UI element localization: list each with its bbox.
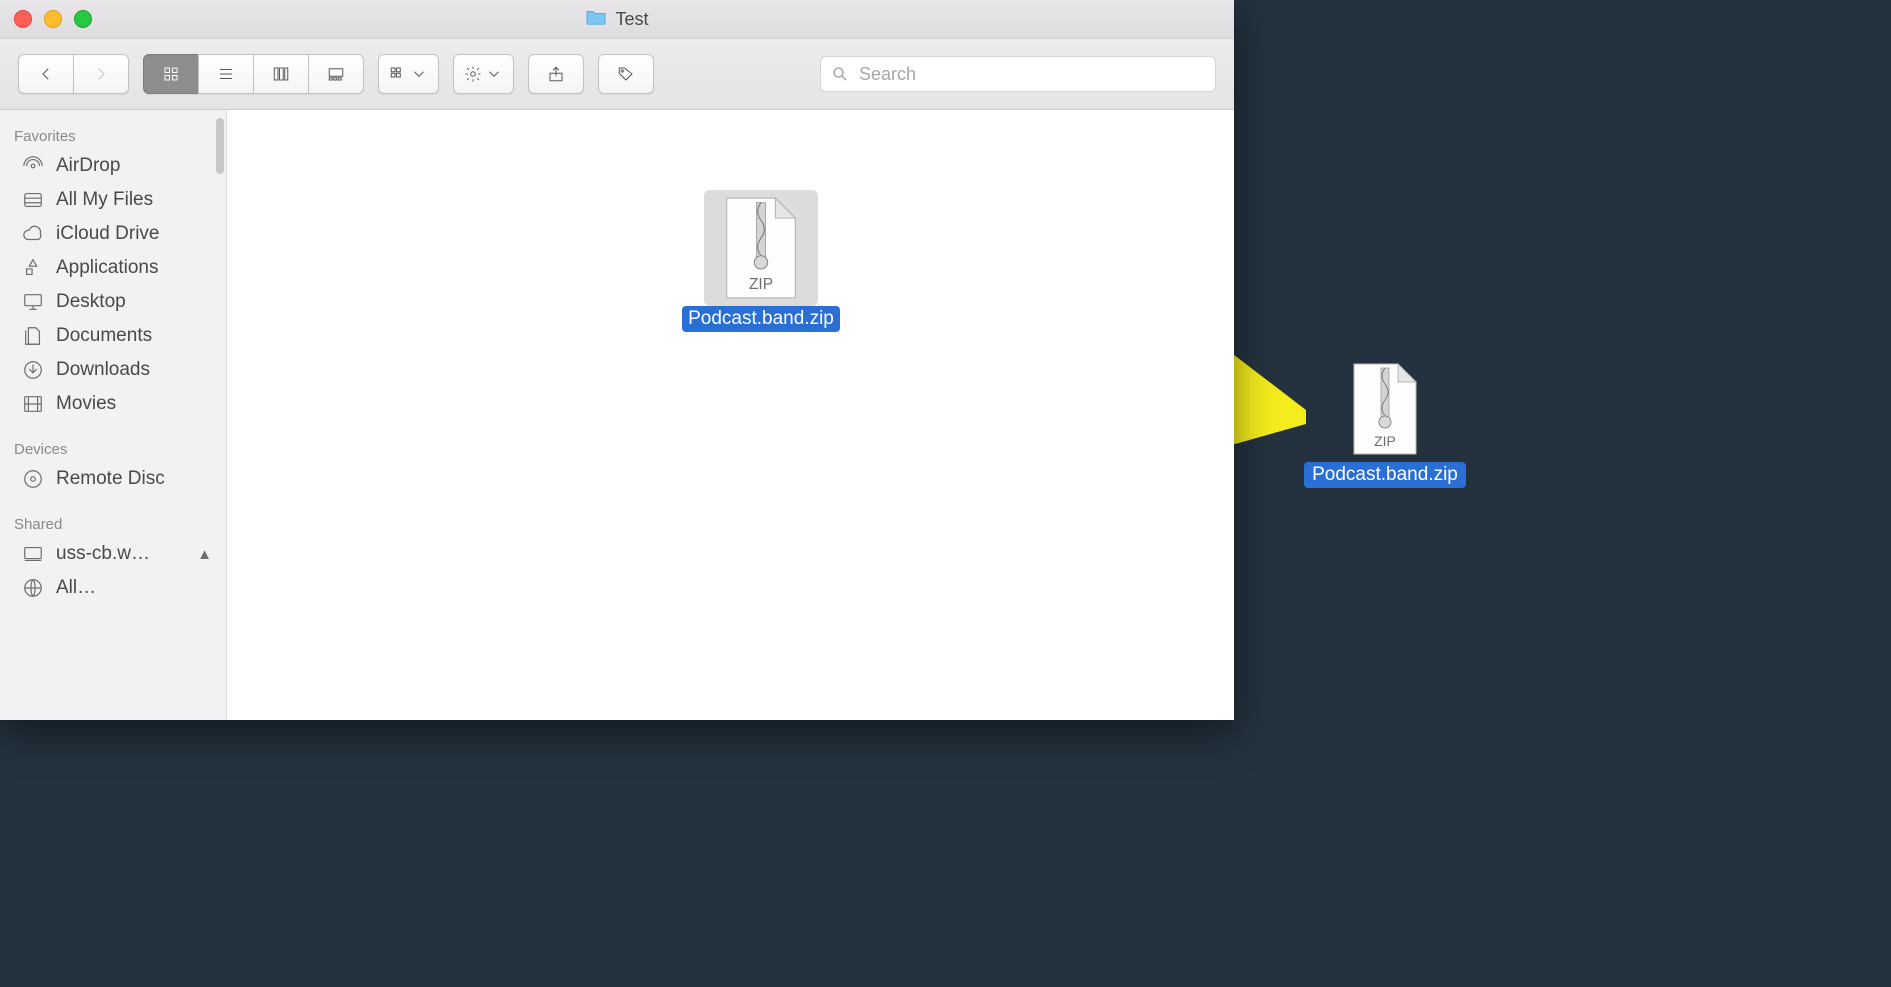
downloads-icon [20,359,46,381]
nav-group [18,54,129,94]
sidebar-item-label: All… [56,577,96,599]
airdrop-icon [20,155,46,177]
toolbar [0,39,1234,110]
sidebar-item-label: Applications [56,257,158,279]
apps-icon [20,257,46,279]
sidebar-item-label: Documents [56,325,152,347]
sidebar-item-label: Desktop [56,291,126,313]
file-item-zip[interactable]: ZIP Podcast.band.zip [677,190,845,332]
view-mode-group [143,54,364,94]
sidebar-item-applications[interactable]: Applications [0,251,226,285]
titlebar[interactable]: Test [0,0,1234,39]
zip-file-icon: ZIP [704,190,818,306]
sidebar-item-all-files[interactable]: All My Files [0,183,226,217]
action-button[interactable] [453,54,514,94]
sidebar-item-shared-all[interactable]: All… [0,571,226,605]
cloud-icon [20,223,46,245]
zip-file-icon: ZIP [1348,362,1422,456]
sidebar-item-label: Movies [56,393,116,415]
sidebar-item-desktop[interactable]: Desktop [0,285,226,319]
svg-text:ZIP: ZIP [749,276,773,293]
finder-window: Test [0,0,1234,720]
globe-icon [20,577,46,599]
desktop-file-zip[interactable]: ZIP Podcast.band.zip [1290,362,1480,488]
forward-button[interactable] [73,54,129,94]
minimize-button[interactable] [44,10,62,28]
scrollbar-thumb[interactable] [216,118,224,174]
icon-view-button[interactable] [143,54,198,94]
search-icon [831,65,849,83]
sidebar-section-favorites: Favorites [0,122,226,149]
svg-text:ZIP: ZIP [1374,433,1396,449]
column-view-button[interactable] [253,54,308,94]
desktop-file-label: Podcast.band.zip [1304,462,1466,488]
sidebar-item-shared-1[interactable]: uss-cb.w… ▲ [0,537,226,571]
sidebar[interactable]: Favorites AirDrop All My Files iCloud Dr… [0,110,227,720]
eject-icon[interactable]: ▲ [197,546,212,563]
zoom-button[interactable] [74,10,92,28]
sidebar-item-label: Downloads [56,359,150,381]
movies-icon [20,393,46,415]
sidebar-item-label: All My Files [56,189,153,211]
allfiles-icon [20,189,46,211]
disc-icon [20,468,46,490]
sidebar-item-movies[interactable]: Movies [0,387,226,421]
search-field[interactable] [820,56,1216,92]
sidebar-item-label: Remote Disc [56,468,165,490]
file-label: Podcast.band.zip [682,306,840,332]
sidebar-item-label: iCloud Drive [56,223,159,245]
sidebar-item-documents[interactable]: Documents [0,319,226,353]
computer-icon [20,543,46,565]
tags-button[interactable] [598,54,654,94]
window-title: Test [615,9,648,30]
close-button[interactable] [14,10,32,28]
list-view-button[interactable] [198,54,253,94]
sidebar-item-airdrop[interactable]: AirDrop [0,149,226,183]
gallery-view-button[interactable] [308,54,364,94]
sidebar-item-downloads[interactable]: Downloads [0,353,226,387]
search-input[interactable] [857,63,1205,86]
documents-icon [20,325,46,347]
file-browser-content[interactable]: ZIP Podcast.band.zip [227,110,1234,720]
sidebar-item-remote-disc[interactable]: Remote Disc [0,462,226,496]
desktop-icon [20,291,46,313]
share-button[interactable] [528,54,584,94]
arrange-button[interactable] [378,54,439,94]
sidebar-section-shared: Shared [0,510,226,537]
folder-icon [585,8,607,31]
back-button[interactable] [18,54,73,94]
sidebar-item-label: uss-cb.w… [56,543,150,565]
sidebar-item-icloud[interactable]: iCloud Drive [0,217,226,251]
sidebar-item-label: AirDrop [56,155,120,177]
sidebar-section-devices: Devices [0,435,226,462]
